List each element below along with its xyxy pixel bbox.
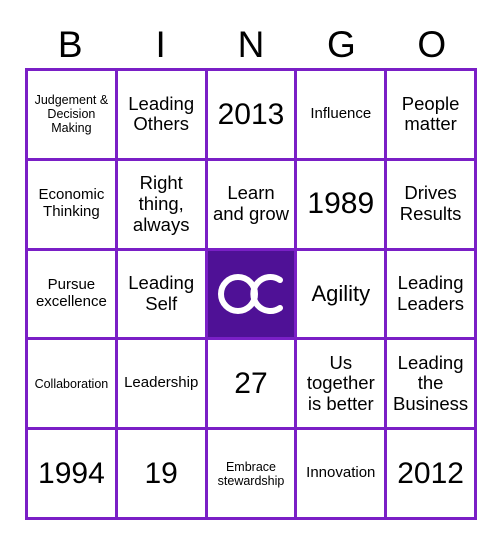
bingo-header-letter-g: G xyxy=(327,23,356,65)
bingo-cell-label: Agility xyxy=(311,280,371,306)
bingo-cell-r5-c3[interactable]: Embrace stewardship xyxy=(207,430,298,520)
bingo-cell-r1-c5[interactable]: People matter xyxy=(387,71,477,161)
bingo-cell-label: Economic Thinking xyxy=(38,186,105,221)
bingo-cell-r5-c5[interactable]: 2012 xyxy=(387,430,477,520)
bingo-cell-r2-c5[interactable]: Drives Results xyxy=(387,160,477,251)
bingo-cell-label: Learn and grow xyxy=(212,182,290,225)
bingo-cell-r2-c1[interactable]: Economic Thinking xyxy=(28,160,118,251)
bingo-cell-r3-c5[interactable]: Leading Leaders xyxy=(387,250,477,341)
bingo-cell-r4-c1[interactable]: Collaboration xyxy=(28,340,118,431)
bingo-header-letter-i: I xyxy=(155,23,166,65)
bingo-cell-r1-c1[interactable]: Judgement & Decision Making xyxy=(28,71,118,161)
bingo-cell-label: 1994 xyxy=(38,456,105,490)
bingo-cell-label: Leading the Business xyxy=(393,351,469,415)
bingo-cell-r4-c4[interactable]: Us together is better xyxy=(297,340,388,431)
bingo-cell-r5-c1[interactable]: 1994 xyxy=(28,430,118,520)
bingo-cell-label: Leadership xyxy=(124,374,199,392)
bingo-header-letter-o: O xyxy=(417,23,447,65)
bingo-cell-r2-c4[interactable]: 1989 xyxy=(297,160,388,251)
bingo-cell-label: Leading Leaders xyxy=(397,272,465,314)
bingo-cell-r2-c2[interactable]: Right thing, always xyxy=(117,160,208,251)
bingo-card: B I N G O Judgement & Decision Making Leading… xyxy=(0,0,501,544)
bingo-cell-label: Us together is better xyxy=(306,351,375,415)
bingo-cell-r4-c5[interactable]: Leading the Business xyxy=(387,340,477,431)
bingo-cell-r2-c3[interactable]: Learn and grow xyxy=(207,160,298,251)
bingo-cell-r5-c2[interactable]: 19 xyxy=(117,430,208,520)
bingo-cell-r5-c4[interactable]: Innovation xyxy=(297,430,388,520)
bingo-cell-r4-c3[interactable]: 27 xyxy=(207,340,298,431)
bingo-cell-label: 1989 xyxy=(307,187,375,221)
bingo-cell-label: People matter xyxy=(401,92,460,135)
bingo-cell-r1-c3[interactable]: 2013 xyxy=(207,71,298,161)
bingo-grid: Judgement & Decision Making Leading Other… xyxy=(25,68,477,520)
bingo-cell-r1-c2[interactable]: Leading Others xyxy=(117,71,208,161)
bingo-cell-label: 2013 xyxy=(217,97,285,131)
bingo-cell-label: Drives Results xyxy=(399,182,462,225)
bingo-cell-label: Influence xyxy=(310,105,372,122)
bingo-cell-label: Embrace stewardship xyxy=(217,459,285,488)
bingo-cell-r4-c2[interactable]: Leadership xyxy=(117,340,208,431)
bingo-cell-r3-c2[interactable]: Leading Self xyxy=(117,250,208,341)
bingo-cell-label: 19 xyxy=(144,456,178,490)
bingo-header-row: BINGO xyxy=(25,20,477,68)
bingo-cell-label: Right thing, always xyxy=(132,172,190,235)
bingo-cell-r3-c1[interactable]: Pursue excellence xyxy=(28,250,118,341)
bingo-header-letter-n: N xyxy=(237,23,265,65)
bingo-cell-label: Pursue excellence xyxy=(35,276,107,310)
bingo-cell-r3-c4[interactable]: Agility xyxy=(297,250,388,341)
bingo-cell-label: Leading Self xyxy=(128,272,195,314)
bingo-cell-r1-c4[interactable]: Influence xyxy=(297,71,388,161)
bingo-cell-label: 27 xyxy=(234,366,268,400)
bingo-free-space-cell[interactable] xyxy=(207,250,298,341)
bingo-cell-label: Collaboration xyxy=(34,376,109,391)
bingo-cell-label: 2012 xyxy=(397,456,464,490)
bingo-cell-label: Judgement & Decision Making xyxy=(34,93,109,136)
cc-logo-icon xyxy=(211,253,292,336)
bingo-cell-label: Leading Others xyxy=(128,92,195,135)
bingo-cell-label: Innovation xyxy=(306,464,376,482)
bingo-header-letter-b: B xyxy=(57,23,83,65)
